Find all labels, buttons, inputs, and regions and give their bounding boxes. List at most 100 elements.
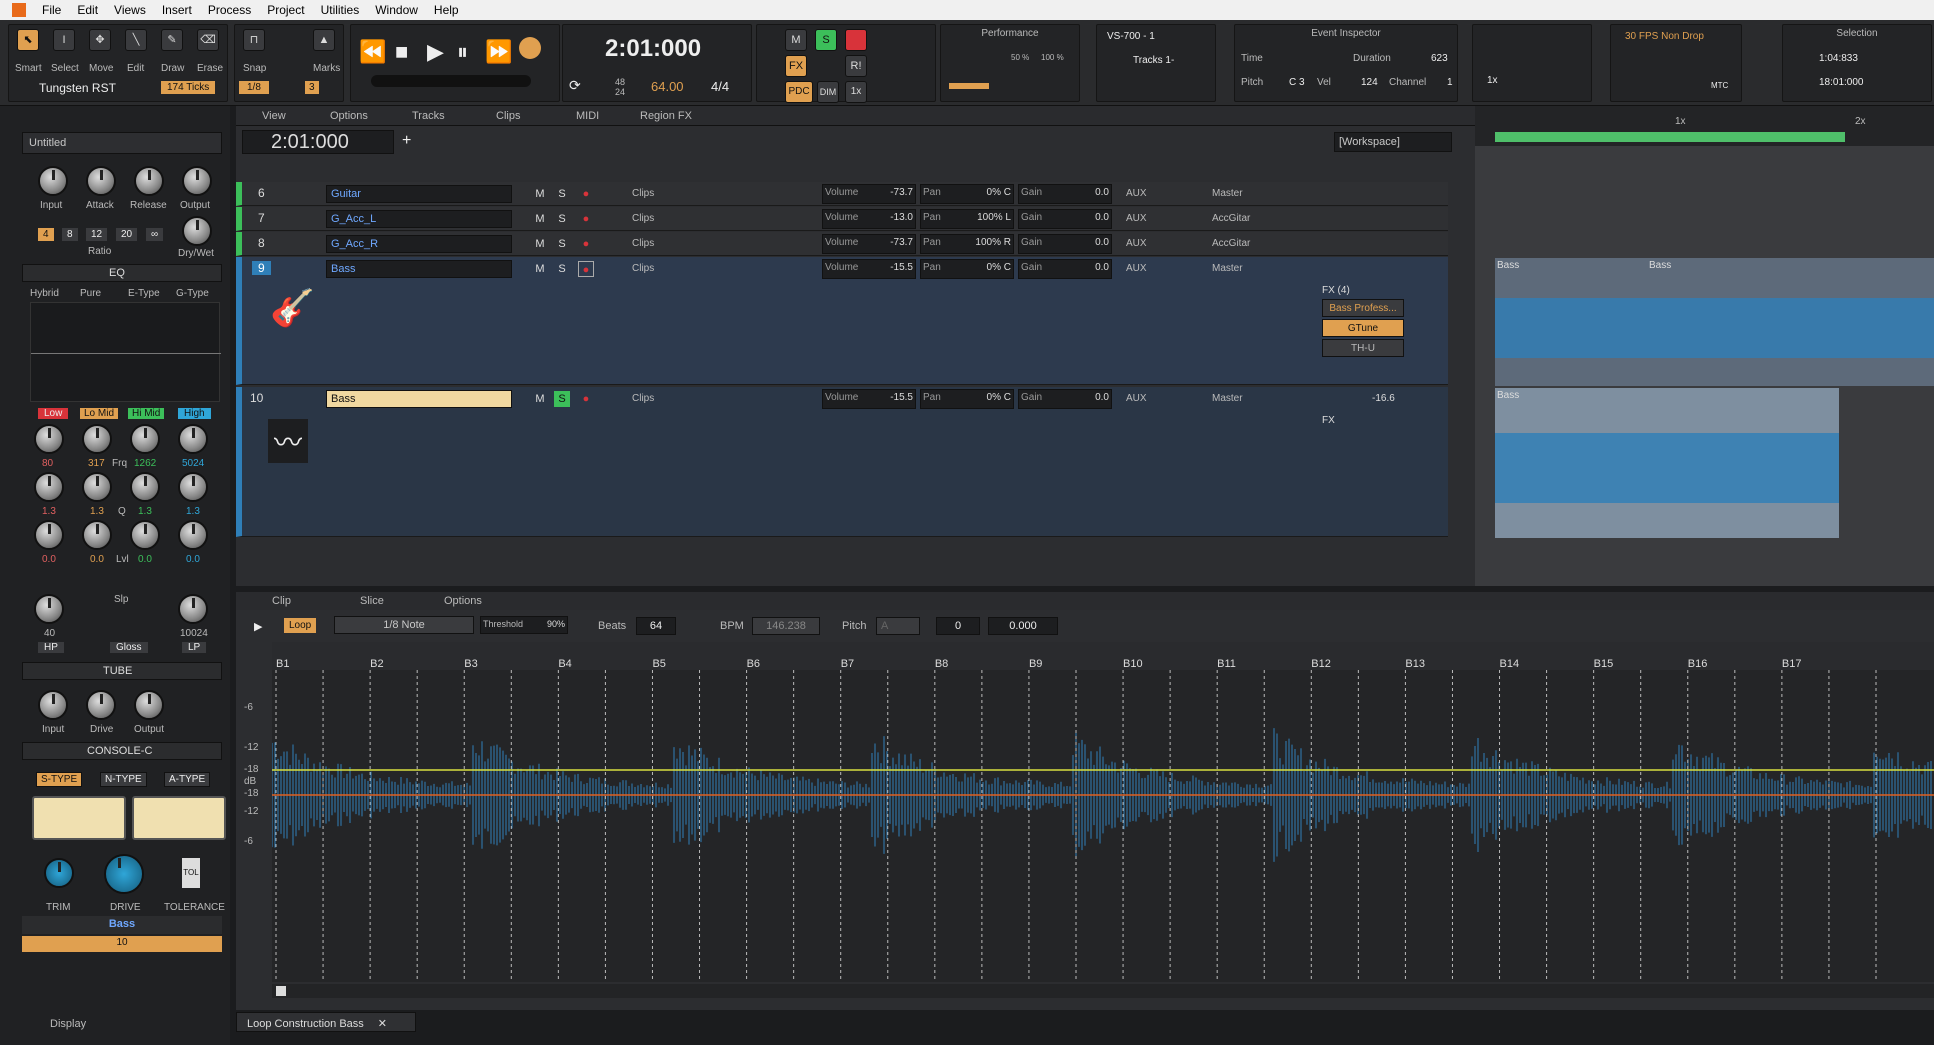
record-arm-button[interactable] [845, 29, 867, 51]
pitch-semitones[interactable]: 0 [936, 617, 980, 635]
track-row-7[interactable]: 7 G_Acc_L M S ● Clips Volume -13.0 Pan 100… [236, 207, 1448, 231]
ticks-value[interactable]: 174 Ticks [161, 81, 216, 94]
preset-field[interactable]: Untitled [22, 132, 222, 154]
solo-button[interactable]: S [554, 211, 570, 227]
loop-menu-clip[interactable]: Clip [272, 595, 291, 607]
strip-track-name[interactable]: Bass [22, 916, 222, 934]
horizontal-scrollbar[interactable] [272, 984, 1934, 998]
clips-select[interactable]: Clips [632, 213, 654, 224]
mute-button[interactable]: M [532, 186, 548, 202]
record-icon[interactable] [519, 37, 541, 59]
mute-button[interactable]: M [532, 236, 548, 252]
ei-duration-value[interactable]: 623 [1431, 53, 1448, 64]
beats-field[interactable]: 64 [636, 617, 676, 635]
tube-input-knob[interactable] [38, 690, 68, 720]
fx-button[interactable]: FX [785, 55, 807, 77]
ratio-20[interactable]: 20 [116, 228, 138, 241]
clip-bass-9[interactable]: Bass Bass [1495, 258, 1934, 386]
pause-icon[interactable]: ⏸ [457, 39, 468, 65]
solo-button[interactable]: S [554, 391, 570, 407]
menu-edit[interactable]: Edit [69, 3, 106, 17]
nav-speed[interactable]: 1x [1487, 75, 1498, 86]
erase-tool-icon[interactable]: ⌫ [197, 29, 219, 51]
hp-button[interactable]: HP [38, 642, 64, 653]
eq-band-lomid[interactable]: Lo Mid [80, 408, 119, 419]
output-select[interactable]: Master [1212, 393, 1243, 404]
tube-output-knob[interactable] [134, 690, 164, 720]
eq-lomid-q-knob[interactable] [82, 472, 112, 502]
eq-lomid-freq-knob[interactable] [82, 424, 112, 454]
arm-icon[interactable]: ● [578, 391, 594, 407]
aux-send[interactable]: AUX [1126, 238, 1147, 249]
track-row-8[interactable]: 8 G_Acc_R M S ● Clips Volume -73.7 Pan 100… [236, 232, 1448, 256]
eq-band-low[interactable]: Low [38, 408, 69, 419]
gain-fader[interactable]: Gain 0.0 [1018, 234, 1112, 254]
ratio-4[interactable]: 4 [38, 228, 54, 241]
now-time-display[interactable]: 2:01:000 [242, 130, 394, 154]
tolerance-switch[interactable]: TOL [182, 858, 200, 888]
console-header[interactable]: CONSOLE-C [22, 742, 222, 760]
track-name[interactable]: G_Acc_L [326, 210, 512, 228]
menu-utilities[interactable]: Utilities [313, 3, 368, 17]
eq-mode-pure[interactable]: Pure [80, 288, 101, 299]
output-select[interactable]: Master [1212, 188, 1243, 199]
dim-button[interactable]: DIM [817, 81, 839, 103]
sync-fps[interactable]: 30 FPS Non Drop [1625, 31, 1704, 42]
aux-send[interactable]: AUX [1126, 393, 1147, 404]
pan-fader[interactable]: Pan 100% L [920, 209, 1014, 229]
pan-fader[interactable]: Pan 0% C [920, 259, 1014, 279]
timeline-ruler[interactable]: 1x 2x [1475, 106, 1934, 146]
drive-knob[interactable] [104, 854, 144, 894]
fx-bin-title[interactable]: FX [1322, 415, 1335, 426]
preview-play-icon[interactable]: ▶ [254, 620, 262, 633]
track-menu-options[interactable]: Options [330, 110, 368, 122]
beat-ruler[interactable] [272, 642, 1934, 670]
comp-attack-knob[interactable] [86, 166, 116, 196]
smart-tool-icon[interactable]: ⬉ [17, 29, 39, 51]
selection-start[interactable]: 1:04:833 [1819, 53, 1858, 64]
volume-fader[interactable]: Volume -13.0 [822, 209, 916, 229]
clips-select[interactable]: Clips [632, 393, 654, 404]
rewind-icon[interactable]: ⏪ [359, 39, 386, 65]
snap-icon[interactable]: ⊓ [243, 29, 265, 51]
eq-header[interactable]: EQ [22, 264, 222, 282]
menu-insert[interactable]: Insert [154, 3, 200, 17]
gain-fader[interactable]: Gain 0.0 [1018, 389, 1112, 409]
ratio-inf[interactable]: ∞ [146, 228, 164, 241]
read-button[interactable]: R! [845, 55, 867, 77]
fx-gtune[interactable]: GTune [1322, 319, 1404, 337]
console-n-type[interactable]: N-TYPE [100, 772, 147, 787]
ei-pitch-value[interactable]: C 3 [1289, 77, 1305, 88]
meter-value[interactable]: 4/4 [711, 79, 729, 94]
snap-num[interactable]: 3 [305, 81, 319, 94]
add-track-icon[interactable]: + [402, 132, 411, 150]
eq-high-q-knob[interactable] [178, 472, 208, 502]
solo-button[interactable]: S [554, 261, 570, 277]
device-name[interactable]: VS-700 - 1 [1107, 31, 1155, 42]
arm-icon[interactable]: ● [578, 236, 594, 252]
track-name[interactable]: Bass [326, 260, 512, 278]
fx-bin-title[interactable]: FX (4) [1322, 285, 1350, 296]
fx-thu[interactable]: TH-U [1322, 339, 1404, 357]
clips-select[interactable]: Clips [632, 188, 654, 199]
eq-mode-etype[interactable]: E-Type [128, 288, 160, 299]
play-icon[interactable]: ▶ [427, 39, 444, 65]
marks-icon[interactable]: ▲ [313, 29, 335, 51]
threshold-slider[interactable]: Threshold 90% [480, 616, 568, 634]
mute-button[interactable]: M [532, 391, 548, 407]
pitch-cents[interactable]: 0.000 [988, 617, 1058, 635]
pan-fader[interactable]: Pan 0% C [920, 184, 1014, 204]
eq-high-freq-knob[interactable] [178, 424, 208, 454]
track-name[interactable]: G_Acc_R [326, 235, 512, 253]
eq-mode-hybrid[interactable]: Hybrid [30, 288, 59, 299]
track-row-9[interactable]: 9 Bass M S ● Clips Volume -15.5 Pan 0% C G… [236, 257, 1448, 385]
lp-button[interactable]: LP [182, 642, 207, 653]
comp-output-knob[interactable] [182, 166, 212, 196]
mtc-button[interactable]: MTC [1711, 81, 1728, 90]
output-select[interactable]: AccGitar [1212, 238, 1250, 249]
volume-fader[interactable]: Volume -15.5 [822, 259, 916, 279]
output-select[interactable]: AccGitar [1212, 213, 1250, 224]
ei-channel-value[interactable]: 1 [1447, 77, 1453, 88]
fast-forward-icon[interactable]: ⏩ [485, 39, 512, 65]
eq-himid-freq-knob[interactable] [130, 424, 160, 454]
